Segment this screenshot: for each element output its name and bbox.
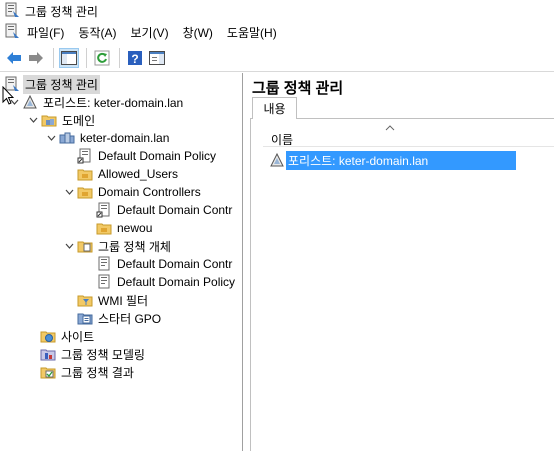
menu-file[interactable]: 파일(F) [20, 22, 71, 43]
menu-help[interactable]: 도움말(H) [220, 22, 284, 43]
tree-label: newou [117, 221, 153, 235]
tree-item-gpo-objects[interactable]: 그룹 정책 개체 [63, 237, 173, 255]
tree-item-domains[interactable]: 도메인 [27, 111, 97, 129]
refresh-button[interactable] [92, 48, 112, 68]
tree-label: Default Domain Contr [117, 257, 233, 271]
tree-label: 스타터 GPO [98, 311, 162, 326]
action-pane-icon [149, 50, 165, 65]
menu-bar: 파일(F) 동작(A) 보기(V) 창(W) 도움말(H) [0, 22, 554, 43]
forest-icon [22, 94, 38, 110]
tree-label: Domain Controllers [98, 185, 201, 199]
menu-app-icon[interactable] [4, 23, 20, 42]
collapse-icon[interactable] [45, 129, 57, 147]
tree-item-forest[interactable]: 포리스트: keter-domain.lan [8, 93, 185, 111]
forest-icon [269, 152, 285, 168]
tree-label: keter-domain.lan [80, 131, 170, 145]
domain-icon [59, 130, 75, 146]
title-bar: 그룹 정책 관리 [0, 0, 554, 22]
tree-label: 그룹 정책 결과 [61, 365, 134, 380]
sort-ascending-icon [385, 121, 395, 135]
mouse-cursor-icon [2, 85, 15, 109]
forward-arrow-icon [29, 51, 43, 64]
column-header-name[interactable]: 이름 [271, 131, 293, 148]
svg-text:?: ? [131, 52, 138, 66]
tree-label: Default Domain Policy [117, 275, 236, 289]
toolbar-separator [86, 47, 87, 68]
tree-item-dc-default-policy[interactable]: Default Domain Contr [94, 201, 234, 219]
list-header: 이름 [263, 123, 554, 147]
gpo-link-icon [96, 202, 112, 218]
tree-label: 그룹 정책 모델링 [61, 347, 145, 362]
toolbar-separator [53, 47, 54, 68]
ou-folder-icon [77, 184, 93, 200]
tree-label: WMI 필터 [98, 293, 149, 308]
tree-item-domain[interactable]: keter-domain.lan [45, 129, 171, 147]
tree-label: 그룹 정책 관리 [23, 74, 100, 94]
tree-item-default-domain-policy[interactable]: Default Domain Policy [75, 147, 218, 165]
tree-label: Default Domain Policy [98, 149, 217, 163]
tree-item-root[interactable]: 그룹 정책 관리 [2, 74, 100, 94]
collapse-icon[interactable] [63, 237, 75, 255]
tree-item-gp-results[interactable]: 그룹 정책 결과 [38, 363, 136, 381]
menu-window[interactable]: 창(W) [176, 22, 220, 43]
help-button[interactable]: ? [125, 48, 145, 68]
gpmc-window: 그룹 정책 관리 파일(F) 동작(A) 보기(V) 창(W) 도움말(H) ? [0, 0, 554, 451]
starter-gpo-folder-icon [77, 310, 93, 326]
tab-contents[interactable]: 내용 [252, 97, 297, 119]
tree-label: Default Domain Contr [117, 203, 233, 217]
ou-folder-icon [77, 166, 93, 182]
gpo-icon [96, 274, 112, 290]
gpo-icon [96, 256, 112, 272]
tree-item-gpo-default-controllers[interactable]: Default Domain Contr [94, 255, 234, 273]
forward-button[interactable] [26, 48, 46, 68]
list-item[interactable]: 포리스트: keter-domain.lan [269, 150, 516, 170]
tree-item-newou[interactable]: newou [94, 219, 154, 237]
refresh-icon [94, 50, 110, 65]
show-action-pane-button[interactable] [147, 48, 167, 68]
collapse-icon[interactable] [27, 111, 39, 129]
gpo-folder-icon [77, 238, 93, 254]
modeling-icon [40, 346, 56, 362]
gpo-link-icon [77, 148, 93, 164]
app-icon [4, 2, 20, 21]
tree-item-domain-controllers[interactable]: Domain Controllers [63, 183, 203, 201]
console-tree-icon [61, 50, 77, 65]
domains-folder-icon [41, 112, 57, 128]
toolbar: ? [0, 44, 554, 72]
contents-panel: 이름 포리스트: keter-domain.lan [250, 118, 554, 451]
results-folder-icon [40, 364, 56, 380]
tree-item-starter-gpos[interactable]: 스타터 GPO [75, 309, 163, 327]
show-hide-tree-button[interactable] [59, 47, 79, 68]
back-arrow-icon [7, 51, 21, 64]
sites-folder-icon [40, 328, 56, 344]
toolbar-separator [119, 47, 120, 68]
tree-item-allowed-users[interactable]: Allowed_Users [75, 165, 180, 183]
back-button[interactable] [4, 48, 24, 68]
tree-label: 도메인 [62, 113, 96, 128]
list-item-label: 포리스트: keter-domain.lan [286, 150, 516, 170]
ou-folder-icon [96, 220, 112, 236]
tree-item-sites[interactable]: 사이트 [38, 327, 96, 345]
tree-label: 포리스트: keter-domain.lan [43, 95, 184, 110]
tree-item-gpo-default-domain-policy[interactable]: Default Domain Policy [94, 273, 237, 291]
help-icon: ? [128, 50, 142, 66]
console-tree: 그룹 정책 관리 포리스트: keter-domain.lan 도메인 kete… [0, 73, 243, 451]
menu-view[interactable]: 보기(V) [123, 22, 175, 43]
tree-label: 사이트 [61, 329, 95, 344]
tree-item-wmi-filters[interactable]: WMI 필터 [75, 291, 150, 309]
window-title: 그룹 정책 관리 [25, 4, 98, 19]
tree-item-gp-modeling[interactable]: 그룹 정책 모델링 [38, 345, 147, 363]
menu-action[interactable]: 동작(A) [71, 22, 123, 43]
details-pane: 그룹 정책 관리 내용 이름 포리스트: keter-domain.lan [246, 73, 554, 451]
details-header: 그룹 정책 관리 [252, 80, 344, 97]
tree-label: Allowed_Users [98, 167, 179, 181]
tree-label: 그룹 정책 개체 [98, 239, 171, 254]
wmi-filter-folder-icon [77, 292, 93, 308]
collapse-icon[interactable] [63, 183, 75, 201]
